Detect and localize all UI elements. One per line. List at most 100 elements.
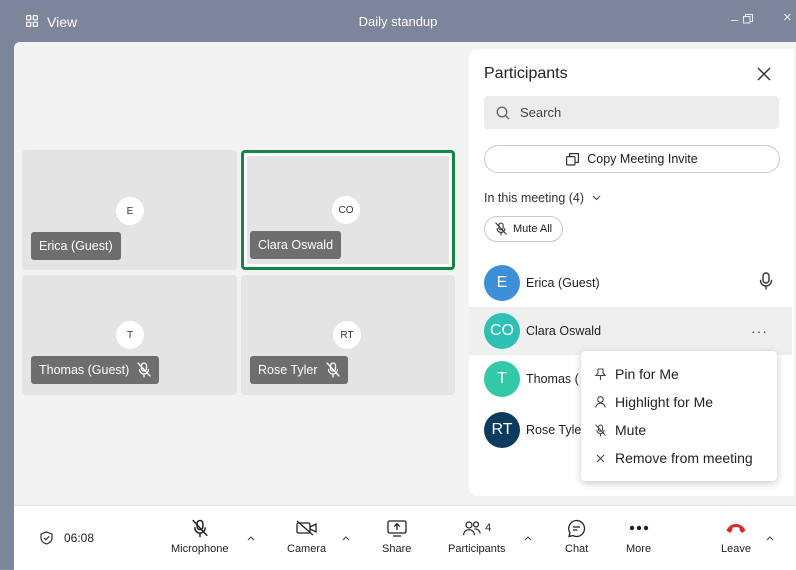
microphone-button[interactable]: Microphone: [171, 518, 228, 555]
camera-off-icon: [295, 520, 317, 536]
shield-check-icon: [40, 531, 53, 545]
tile-inner: CO Clara Oswald: [247, 156, 449, 264]
participant-avatar: RT: [484, 412, 520, 448]
video-tile-rose[interactable]: RT Rose Tyler: [241, 275, 455, 395]
view-label: View: [47, 14, 78, 30]
share-label: Share: [382, 543, 412, 555]
leave-options-button[interactable]: [766, 533, 774, 544]
chevron-up-icon: [524, 536, 532, 541]
more-button[interactable]: More: [626, 518, 651, 555]
menu-item-label: Remove from meeting: [615, 450, 753, 466]
tile-name: Erica (Guest): [39, 239, 113, 253]
in-meeting-toggle[interactable]: In this meeting (4): [484, 191, 601, 205]
video-tile-thomas[interactable]: T Thomas (Guest): [22, 275, 237, 395]
leave-label: Leave: [721, 543, 751, 555]
microphone-options-button[interactable]: [247, 533, 255, 544]
tile-name: Rose Tyler: [258, 363, 318, 377]
meeting-timer: 06:08: [40, 531, 94, 545]
mic-off-icon: [593, 423, 607, 437]
more-label: More: [626, 543, 652, 555]
tile-avatar: RT: [333, 321, 361, 349]
menu-item-pin[interactable]: Pin for Me: [581, 360, 777, 388]
panel-title: Participants: [484, 65, 568, 82]
more-dots-icon: [629, 525, 648, 531]
copy-invite-label: Copy Meeting Invite: [587, 152, 698, 166]
video-tile-erica[interactable]: E Erica (Guest): [22, 150, 237, 270]
participant-count: 4: [485, 522, 492, 534]
copy-invite-button[interactable]: Copy Meeting Invite: [484, 145, 780, 173]
minimize-button[interactable]: –: [731, 12, 738, 28]
title-bar: View Daily standup – ×: [0, 0, 796, 42]
participants-options-button[interactable]: [524, 533, 532, 544]
chevron-up-icon: [247, 536, 255, 541]
mic-off-icon: [137, 362, 151, 378]
panel-close-button[interactable]: [757, 65, 771, 86]
pin-icon: [593, 367, 607, 381]
tile-nametag: Erica (Guest): [31, 232, 121, 260]
tile-name: Thomas (Guest): [39, 363, 130, 377]
mute-all-button[interactable]: Mute All: [484, 216, 564, 242]
mute-all-label: Mute All: [513, 223, 553, 235]
chevron-up-icon: [766, 536, 774, 541]
chevron-down-icon: [592, 195, 601, 201]
mic-icon: [759, 271, 773, 290]
share-button[interactable]: Share: [382, 518, 411, 555]
menu-item-highlight[interactable]: Highlight for Me: [581, 388, 777, 416]
participant-mic-button[interactable]: [759, 271, 773, 295]
tile-nametag: Rose Tyler: [250, 356, 348, 384]
restore-button[interactable]: [743, 12, 753, 28]
copy-icon: [566, 152, 580, 166]
participant-avatar: CO: [484, 313, 520, 349]
share-screen-icon: [387, 519, 407, 537]
view-button[interactable]: View: [26, 14, 77, 30]
participant-context-menu: Pin for Me Highlight for Me Mute Remove …: [581, 351, 777, 481]
participant-avatar: E: [484, 265, 520, 301]
mic-off-icon: [192, 519, 208, 537]
window-close-button[interactable]: ×: [783, 10, 792, 26]
menu-item-label: Pin for Me: [615, 366, 679, 382]
participant-name: Erica (Guest): [526, 276, 600, 290]
in-meeting-label: In this meeting (4): [484, 191, 585, 205]
participant-search[interactable]: [484, 96, 779, 129]
timer-value: 06:08: [64, 531, 95, 545]
participant-avatar: T: [484, 361, 520, 397]
tile-name: Clara Oswald: [258, 238, 334, 252]
tile-nametag: Clara Oswald: [250, 231, 342, 259]
close-icon: [757, 67, 771, 81]
participant-name: Thomas (: [526, 372, 579, 386]
chat-icon: [568, 519, 586, 537]
menu-item-mute[interactable]: Mute: [581, 416, 777, 444]
leave-button[interactable]: Leave: [721, 518, 751, 555]
tile-nametag: Thomas (Guest): [31, 356, 160, 384]
tile-avatar: T: [116, 321, 144, 349]
tile-avatar: E: [116, 197, 144, 225]
restore-icon: [743, 14, 753, 24]
menu-item-remove[interactable]: Remove from meeting: [581, 444, 777, 472]
meeting-toolbar: 06:08 Microphone Camera Share 4 Particip…: [14, 505, 796, 570]
tile-avatar: CO: [332, 196, 360, 224]
grid-view-icon: [26, 14, 38, 30]
chevron-up-icon: [342, 536, 350, 541]
hang-up-icon: [726, 524, 746, 533]
participant-more-button[interactable]: ···: [751, 323, 768, 339]
participants-button[interactable]: 4 Participants: [448, 518, 505, 555]
microphone-label: Microphone: [171, 543, 229, 555]
mic-off-icon: [325, 362, 340, 378]
app-window: View Daily standup – × E Erica (Guest) C…: [0, 0, 796, 570]
close-icon: [593, 454, 607, 463]
meeting-title: Daily standup: [358, 14, 438, 29]
search-icon: [496, 106, 510, 119]
camera-label: Camera: [287, 543, 327, 555]
search-input[interactable]: [518, 104, 762, 121]
video-tile-clara[interactable]: CO Clara Oswald: [241, 150, 455, 270]
participant-row[interactable]: CO Clara Oswald ···: [469, 307, 792, 355]
participant-name: Rose Tyle: [526, 423, 582, 437]
participant-row[interactable]: E Erica (Guest): [469, 259, 792, 307]
person-icon: [593, 396, 607, 408]
menu-item-label: Highlight for Me: [615, 394, 714, 410]
chat-button[interactable]: Chat: [565, 518, 588, 555]
camera-options-button[interactable]: [342, 533, 350, 544]
participants-label: Participants: [448, 543, 506, 555]
camera-button[interactable]: Camera: [287, 518, 326, 555]
chat-label: Chat: [565, 543, 589, 555]
